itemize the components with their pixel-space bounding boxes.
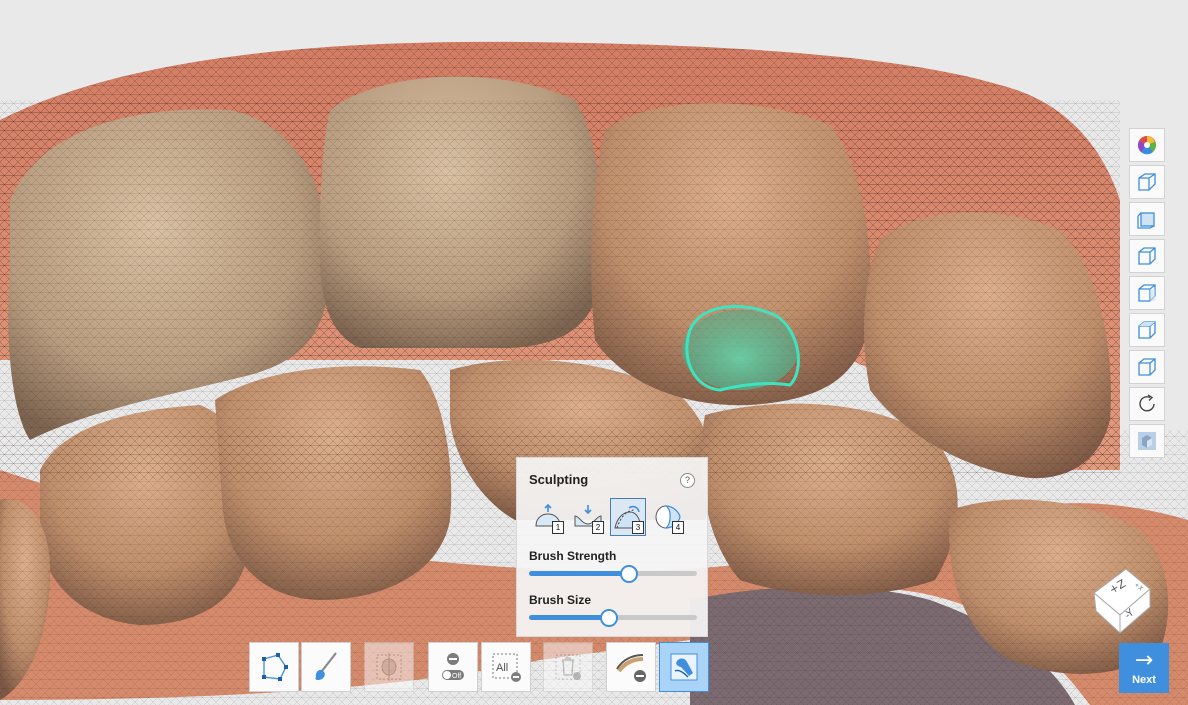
reset-rotation-button[interactable] <box>1129 387 1165 421</box>
solid-view-button[interactable] <box>1129 424 1165 458</box>
view-toolbar <box>1129 128 1169 458</box>
sculpt-tool-group: 1 2 3 4 <box>530 498 686 536</box>
front-view-button[interactable] <box>1129 202 1165 236</box>
cube-view-button[interactable] <box>1129 165 1165 199</box>
sculpting-title: Sculpting <box>529 472 589 487</box>
rotate-icon <box>1139 394 1155 412</box>
invert-selection-icon <box>376 653 402 681</box>
bottom-view-icon <box>1138 358 1156 376</box>
front-view-icon <box>1137 212 1155 229</box>
deselect-all-button[interactable]: All <box>481 642 531 692</box>
slider-handle[interactable] <box>620 565 639 583</box>
sculpt-smooth-tool[interactable]: 3 <box>610 498 646 536</box>
brush-size-label: Brush Size <box>529 593 592 607</box>
help-icon[interactable]: ? <box>680 473 695 488</box>
sculpt-tool-icon <box>670 653 698 681</box>
tool-number: 1 <box>552 521 564 534</box>
orientation-cube[interactable]: +Z -Y +X <box>1086 563 1156 635</box>
left-view-button[interactable] <box>1129 239 1165 273</box>
brush-strength-slider[interactable] <box>529 565 697 583</box>
all-label: All <box>496 662 508 674</box>
sculpt-add-tool[interactable]: 1 <box>530 498 566 536</box>
color-wheel-icon <box>1137 136 1156 155</box>
top-view-icon <box>1138 321 1156 339</box>
delete-button[interactable] <box>543 642 593 692</box>
invert-selection-button[interactable] <box>364 642 414 692</box>
sculpt-remove-tool[interactable]: 2 <box>570 498 606 536</box>
erase-tool-icon <box>616 654 646 682</box>
top-view-button[interactable] <box>1129 313 1165 347</box>
erase-tool-button[interactable] <box>606 642 656 692</box>
sculpt-morph-tool[interactable]: 4 <box>650 498 686 536</box>
brush-select-icon <box>315 652 337 681</box>
brush-size-slider[interactable] <box>529 609 697 627</box>
tool-number: 2 <box>592 521 604 534</box>
sculpting-panel: Sculpting ? 1 2 3 4 Brush Strength Brush… <box>516 457 708 637</box>
sculpt-tool-button[interactable] <box>659 642 709 692</box>
slider-handle[interactable] <box>599 609 618 627</box>
brush-strength-label: Brush Strength <box>529 549 617 563</box>
cube-view-icon <box>1138 173 1156 191</box>
tool-number: 4 <box>672 521 684 534</box>
deselect-off-icon: Off <box>442 653 464 680</box>
polygon-select-icon <box>262 653 288 681</box>
right-view-button[interactable] <box>1129 276 1165 310</box>
delete-icon <box>555 654 581 680</box>
polygon-select-button[interactable] <box>249 642 299 692</box>
brush-select-button[interactable] <box>301 642 351 692</box>
tool-number: 3 <box>632 521 644 534</box>
right-view-icon <box>1138 284 1156 302</box>
color-view-button[interactable] <box>1129 128 1165 162</box>
off-label: Off <box>452 673 461 680</box>
deselect-all-icon: All <box>492 653 521 682</box>
bottom-view-button[interactable] <box>1129 350 1165 384</box>
deselect-off-button[interactable]: Off <box>428 642 478 692</box>
solid-cube-icon <box>1138 432 1156 450</box>
left-view-icon <box>1138 247 1156 265</box>
bottom-toolbar: Off All <box>0 642 1188 694</box>
